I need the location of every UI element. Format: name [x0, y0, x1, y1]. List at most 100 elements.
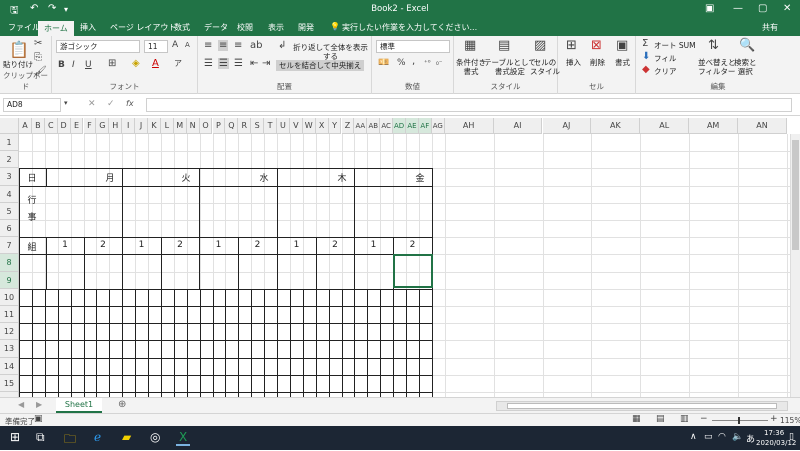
row-header-6[interactable]: 6: [0, 220, 19, 238]
align-middle-icon[interactable]: ≡: [218, 40, 229, 51]
column-header-z[interactable]: Z: [341, 118, 355, 134]
column-header-f[interactable]: F: [83, 118, 97, 134]
italic-button[interactable]: I: [72, 60, 75, 70]
column-header-l[interactable]: L: [160, 118, 174, 134]
tab-developer[interactable]: 開発: [298, 22, 314, 33]
windows-start-icon[interactable]: ⊞: [10, 430, 20, 444]
column-header-y[interactable]: Y: [328, 118, 342, 134]
column-header-g[interactable]: G: [96, 118, 110, 134]
network-icon[interactable]: ▭: [704, 432, 713, 442]
sort-filter-icon[interactable]: ⇅: [708, 38, 719, 53]
share-button[interactable]: 共有: [762, 22, 778, 33]
name-box[interactable]: AD8: [3, 98, 61, 112]
column-header-ab[interactable]: AB: [367, 118, 381, 134]
ime-mode[interactable]: あ: [746, 432, 755, 445]
photos-icon[interactable]: ◎: [150, 430, 160, 444]
zoom-slider[interactable]: [712, 417, 768, 424]
merge-center-button[interactable]: セルを結合して中央揃え: [276, 60, 365, 71]
column-header-h[interactable]: H: [109, 118, 123, 134]
conditional-format-icon[interactable]: ▦: [464, 38, 476, 53]
tab-file[interactable]: ファイル: [8, 22, 40, 33]
page-break-view-icon[interactable]: ▥: [680, 414, 689, 424]
row-header-7[interactable]: 7: [0, 237, 19, 255]
fill-icon[interactable]: ⬇: [642, 51, 650, 62]
file-explorer-icon[interactable]: 🗀: [64, 430, 76, 451]
row-header-1[interactable]: 1: [0, 134, 19, 152]
tab-view[interactable]: 表示: [268, 22, 284, 33]
format-cells-button[interactable]: 書式: [615, 58, 630, 67]
minimize-button[interactable]: —: [733, 3, 743, 14]
show-hidden-icons[interactable]: ∧: [690, 432, 697, 442]
zoom-out-icon[interactable]: −: [700, 414, 708, 424]
column-header-af[interactable]: AF: [418, 118, 432, 134]
row-header-10[interactable]: 10: [0, 288, 19, 306]
tab-insert[interactable]: 挿入: [80, 22, 96, 33]
row-header-9[interactable]: 9: [0, 271, 19, 289]
task-view-icon[interactable]: ⧉: [36, 430, 45, 445]
column-header-ai[interactable]: AI: [493, 118, 543, 134]
column-header-x[interactable]: X: [315, 118, 329, 134]
outdent-icon[interactable]: ⇥: [262, 58, 270, 69]
orientation-icon[interactable]: ab: [250, 40, 262, 51]
column-header-c[interactable]: C: [44, 118, 58, 134]
row-header-5[interactable]: 5: [0, 202, 19, 220]
column-header-k[interactable]: K: [148, 118, 161, 134]
clock-time[interactable]: 17:36: [764, 429, 784, 437]
autosum-button[interactable]: オート SUM: [654, 41, 696, 50]
restore-button[interactable]: ▢: [758, 3, 767, 14]
tab-formulas[interactable]: 数式: [174, 22, 190, 33]
horizontal-scroll-thumb[interactable]: [507, 403, 777, 409]
find-select-icon[interactable]: 🔍: [739, 38, 755, 53]
align-center-icon[interactable]: ☰: [218, 58, 229, 69]
column-header-i[interactable]: I: [122, 118, 136, 134]
phonetic-icon[interactable]: ア: [174, 58, 182, 69]
conditional-format-button[interactable]: 条件付き 書式: [456, 58, 486, 76]
column-header-ak[interactable]: AK: [591, 118, 641, 134]
column-header-w[interactable]: W: [302, 118, 316, 134]
row-header-11[interactable]: 11: [0, 306, 19, 324]
column-header-aa[interactable]: AA: [354, 118, 368, 134]
insert-cells-icon[interactable]: ⊞: [566, 38, 577, 53]
number-format-dropdown[interactable]: 標準: [376, 40, 450, 53]
tab-review[interactable]: 校閲: [237, 22, 253, 33]
align-right-icon[interactable]: ☰: [234, 58, 243, 69]
find-select-button[interactable]: 検索と 選択: [734, 58, 757, 76]
column-header-p[interactable]: P: [212, 118, 226, 134]
percent-style-button[interactable]: %: [397, 58, 406, 68]
accounting-format-icon[interactable]: 💴: [378, 58, 389, 68]
column-header-e[interactable]: E: [70, 118, 84, 134]
column-header-ah[interactable]: AH: [444, 118, 494, 134]
name-box-dropdown-icon[interactable]: ▾: [64, 99, 68, 107]
row-header-2[interactable]: 2: [0, 151, 19, 169]
column-header-aj[interactable]: AJ: [542, 118, 592, 134]
column-header-m[interactable]: M: [173, 118, 187, 134]
cell-styles-button[interactable]: セルの スタイル: [530, 58, 560, 76]
copy-icon[interactable]: ⎘: [34, 52, 42, 63]
font-name-dropdown[interactable]: 游ゴシック: [56, 40, 140, 53]
comma-style-button[interactable]: ,: [412, 56, 415, 67]
paste-button[interactable]: 貼り付け: [3, 60, 33, 69]
normal-view-icon[interactable]: ▦: [632, 414, 641, 424]
worksheet-grid[interactable]: A B C D E F G H I J K L M N O P Q R S T U V W X Y Z AA AB AC AD AE AF AG…: [0, 118, 800, 397]
zoom-slider-thumb[interactable]: [738, 417, 740, 424]
format-as-table-icon[interactable]: ▤: [498, 38, 510, 53]
sticky-notes-icon[interactable]: ▰: [122, 430, 131, 444]
enter-button[interactable]: ✓: [107, 99, 115, 109]
column-header-q[interactable]: Q: [225, 118, 239, 134]
cell-styles-icon[interactable]: ▨: [534, 38, 546, 53]
column-header-an[interactable]: AN: [738, 118, 787, 134]
font-size-dropdown[interactable]: 11: [144, 40, 168, 53]
wrap-text-icon[interactable]: ↲: [278, 40, 286, 51]
decrease-decimal-icon[interactable]: ₀⁻: [436, 59, 443, 67]
scroll-sheets-right-icon[interactable]: ▶: [36, 400, 42, 409]
column-header-j[interactable]: J: [135, 118, 148, 134]
tab-page-layout[interactable]: ページ レイアウト: [110, 22, 176, 33]
column-header-a[interactable]: A: [19, 118, 32, 134]
row-header-8[interactable]: 8: [0, 254, 19, 272]
column-header-v[interactable]: V: [289, 118, 303, 134]
row-header-4[interactable]: 4: [0, 185, 19, 203]
paste-icon[interactable]: 📋: [9, 40, 29, 59]
increase-decimal-icon[interactable]: ⁺⁰: [424, 59, 431, 67]
align-top-icon[interactable]: ≡: [204, 40, 212, 51]
vertical-scroll-thumb[interactable]: [792, 140, 799, 250]
